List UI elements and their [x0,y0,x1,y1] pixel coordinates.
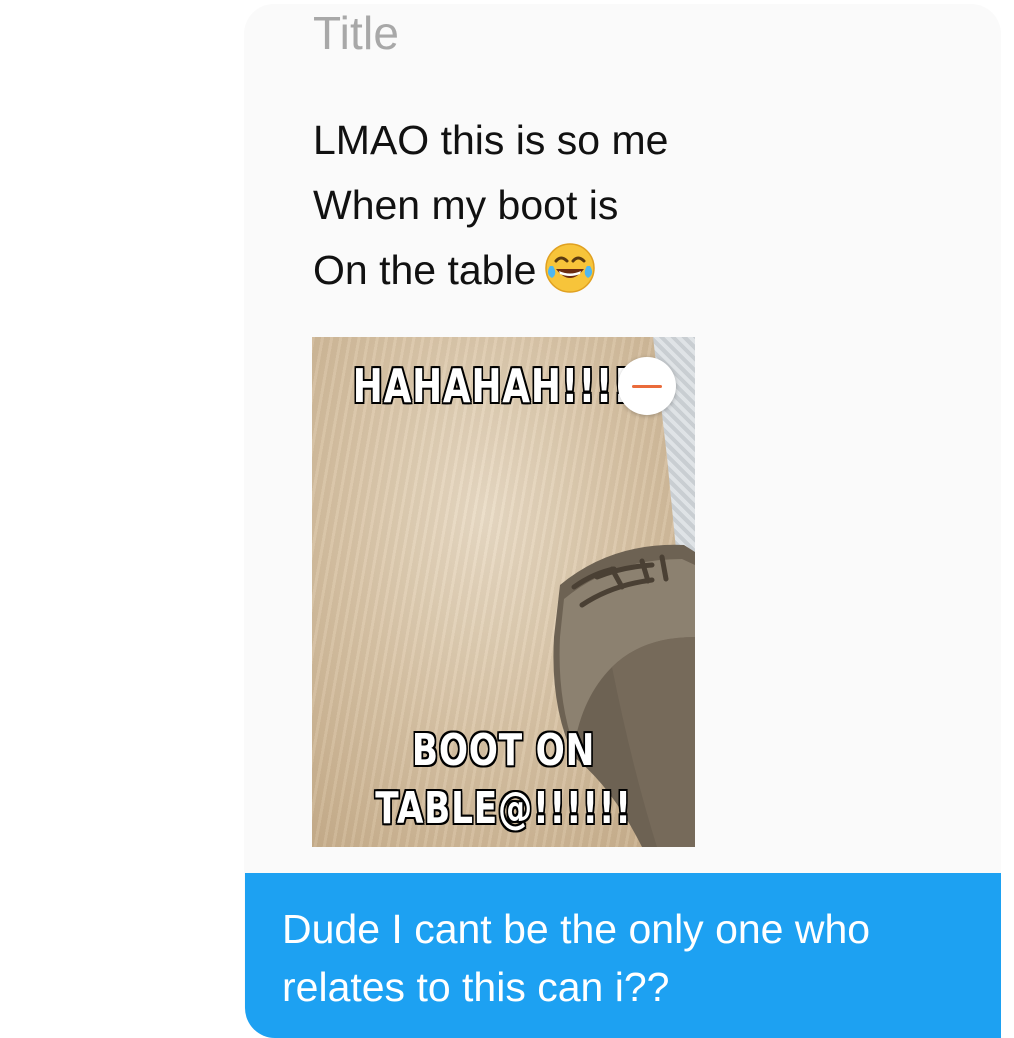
meme-bottom-line: TABLE@!!!!!! [375,783,632,834]
message-body[interactable]: LMAO this is so me When my boot is On th… [313,108,668,303]
messaging-screen: Title LMAO this is so me When my boot is… [0,0,1014,1038]
message-line: LMAO this is so me [313,117,669,163]
remove-attachment-button[interactable] [618,357,676,415]
message-line: On the table [313,247,537,293]
meme-top-caption: HAHAHAH!!!! [352,359,631,413]
meme-bottom-caption: BOOT ON TABLE@!!!!!! [354,722,653,838]
face-with-tears-of-joy-icon [545,243,596,293]
message-line-with-emoji: On the table [313,238,668,303]
sent-message-text: Dude I cant be the only one who relates … [282,906,871,1010]
message-line: When my boot is [313,182,619,228]
title-field[interactable]: Title [313,6,399,60]
meme-bottom-line: BOOT ON [411,725,596,776]
